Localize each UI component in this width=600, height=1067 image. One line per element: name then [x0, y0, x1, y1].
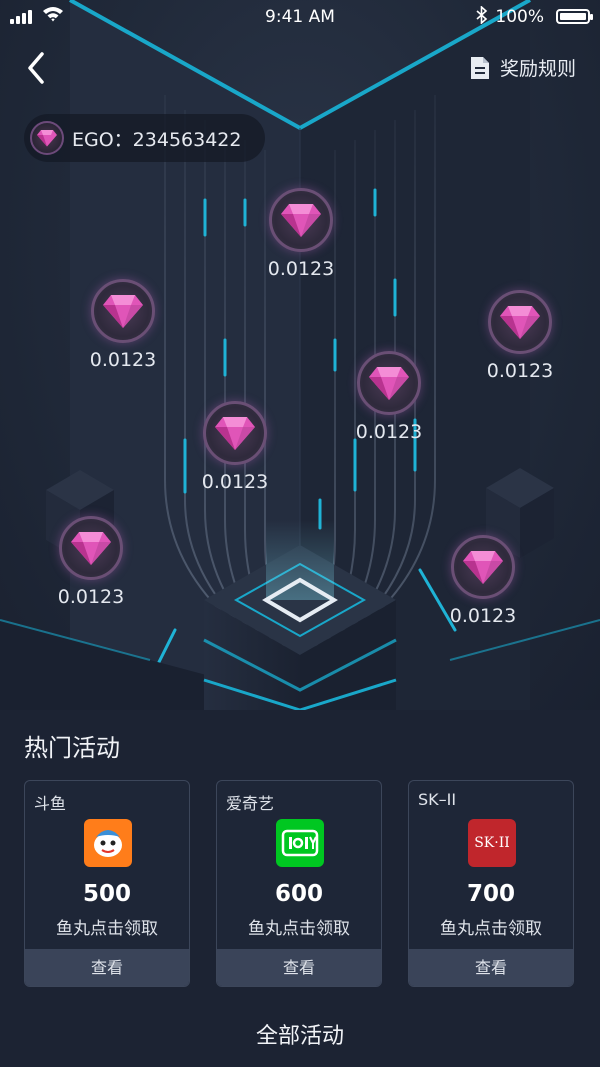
reward-rules-label: 奖励规则: [499, 58, 576, 80]
douyu-logo-icon: [84, 819, 132, 867]
bluetooth-icon: [476, 5, 488, 29]
gem-value: 0.0123: [201, 471, 269, 493]
gem-bubble[interactable]: 0.0123: [246, 188, 356, 280]
gem-bubble[interactable]: 0.0123: [428, 535, 538, 627]
activity-card-douyu[interactable]: 斗鱼 500 鱼丸点击领取 查看: [24, 780, 190, 987]
status-bar: 9:41 AM 100%: [0, 0, 600, 34]
gem-value: 0.0123: [355, 421, 423, 443]
card-amount: 700: [466, 881, 515, 907]
card-desc: 鱼丸点击领取: [440, 919, 542, 939]
gem-icon: [488, 290, 552, 354]
card-amount: 500: [82, 881, 131, 907]
gem-icon: [91, 279, 155, 343]
card-brand: 斗鱼: [34, 794, 67, 813]
chevron-left-icon: [28, 52, 44, 84]
skii-logo-icon: SK·II: [468, 819, 516, 867]
ego-balance-text: EGO：234563422: [72, 128, 242, 151]
gem-bubble[interactable]: 0.0123: [334, 351, 444, 443]
card-brand: SK–II: [418, 790, 457, 809]
gem-bubble[interactable]: 0.0123: [180, 401, 290, 493]
gem-icon: [203, 401, 267, 465]
gem-value: 0.0123: [89, 349, 157, 371]
gem-icon: [30, 121, 64, 155]
document-icon: [470, 56, 489, 79]
battery-percent: 100%: [495, 7, 544, 27]
card-amount: 600: [274, 881, 323, 907]
gem-bubble[interactable]: 0.0123: [465, 290, 575, 382]
gem-icon: [269, 188, 333, 252]
gem-bubble[interactable]: 0.0123: [36, 516, 146, 608]
view-button[interactable]: 查看: [409, 949, 573, 986]
battery-icon: [556, 9, 593, 24]
view-button[interactable]: 查看: [217, 949, 381, 986]
activity-card-skii[interactable]: SK–II SK·II 700 鱼丸点击领取 查看: [408, 780, 574, 987]
back-button[interactable]: [22, 50, 58, 86]
reward-rules-button[interactable]: 奖励规则: [470, 54, 576, 81]
section-title: 热门活动: [24, 734, 120, 762]
iqiyi-logo-icon: [276, 819, 324, 867]
gem-value: 0.0123: [486, 360, 554, 382]
gem-bubble[interactable]: 0.0123: [68, 279, 178, 371]
gem-value: 0.0123: [57, 586, 125, 608]
card-desc: 鱼丸点击领取: [56, 919, 158, 939]
gem-icon: [451, 535, 515, 599]
activity-card-iqiyi[interactable]: 爱奇艺 600 鱼丸点击领取 查看: [216, 780, 382, 987]
gem-icon: [59, 516, 123, 580]
ego-balance: EGO：234563422: [24, 114, 266, 162]
hot-activities-section: 热门活动 斗鱼 500 鱼丸点击领取 查看 爱奇艺 600 鱼丸点击领取 查看 …: [0, 710, 600, 1067]
gem-value: 0.0123: [267, 258, 335, 280]
gem-icon: [357, 351, 421, 415]
card-desc: 鱼丸点击领取: [248, 919, 350, 939]
view-button[interactable]: 查看: [25, 949, 189, 986]
all-activities-link[interactable]: 全部活动: [0, 1018, 600, 1050]
card-brand: 爱奇艺: [226, 794, 275, 813]
gem-field: 9:41 AM 100% 奖励规则 EGO：234563422 0.0123 0…: [0, 0, 600, 710]
gem-value: 0.0123: [449, 605, 517, 627]
